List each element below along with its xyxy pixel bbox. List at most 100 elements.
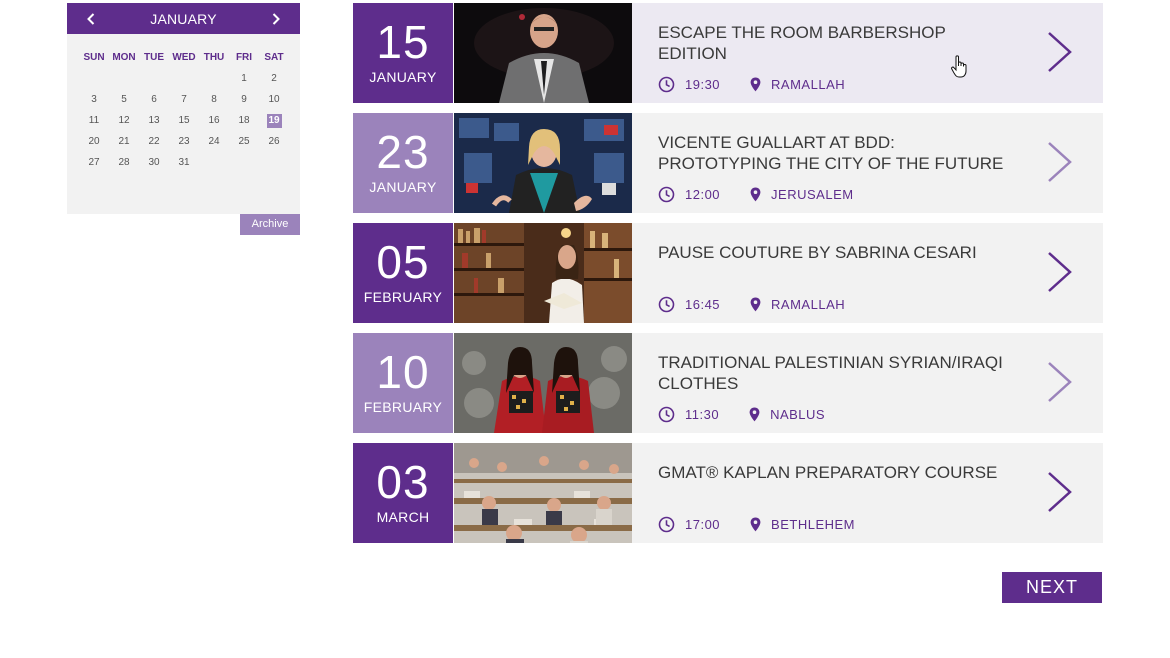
calendar-day-number: 25 — [238, 136, 250, 147]
event-title[interactable]: TRADITIONAL PALESTINIAN SYRIAN/IRAQI CLO… — [658, 352, 1008, 394]
calendar-day-number: 10 — [268, 94, 280, 105]
calendar-day-today[interactable]: 19 — [259, 110, 289, 131]
calendar-day: 31 — [169, 152, 199, 173]
calendar-empty-cell — [169, 68, 199, 89]
chevron-left-icon — [87, 12, 95, 25]
event-item[interactable]: 10 FEBRUARY TRADITIONAL PALESTINIAN SYRI… — [353, 333, 1103, 433]
calendar-day: 22 — [139, 131, 169, 152]
calendar-day-number: 30 — [148, 157, 160, 168]
event-thumbnail[interactable] — [453, 113, 632, 213]
event-meta: 17:00 BETHLEHEM — [658, 516, 855, 533]
event-location: NABLUS — [770, 407, 826, 422]
calendar-day: 16 — [199, 110, 229, 131]
calendar-day: 23 — [169, 131, 199, 152]
clock-icon — [658, 76, 675, 93]
calendar-day: 28 — [109, 152, 139, 173]
event-title[interactable]: PAUSE COUTURE BY SABRINA CESARI — [658, 242, 1008, 263]
calendar-day-number: 21 — [118, 136, 130, 147]
next-month-button[interactable] — [252, 3, 300, 34]
calendar-day: 18 — [229, 110, 259, 131]
calendar-month-label: JANUARY — [150, 10, 217, 27]
event-meta: 11:30 NABLUS — [658, 406, 825, 423]
calendar-day-number: 20 — [88, 136, 100, 147]
calendar-day-number: 2 — [271, 73, 277, 84]
event-details: GMAT® KAPLAN PREPARATORY COURSE 17:00 BE… — [632, 443, 1103, 543]
event-location: RAMALLAH — [771, 77, 846, 92]
calendar-day-number: 3 — [91, 94, 97, 105]
calendar-day-number: 8 — [211, 94, 217, 105]
clock-icon — [658, 516, 675, 533]
event-month: JANUARY — [369, 69, 437, 85]
event-date-badge: 05 FEBRUARY — [353, 223, 453, 323]
chevron-right-icon[interactable] — [1047, 141, 1073, 183]
weekday-header: MON — [112, 52, 136, 63]
calendar-day: 24 — [199, 131, 229, 152]
calendar-day: 13 — [139, 110, 169, 131]
event-details: PAUSE COUTURE BY SABRINA CESARI 16:45 RA… — [632, 223, 1103, 323]
clock-icon — [658, 186, 675, 203]
calendar-day-number: 7 — [181, 94, 187, 105]
clock-icon — [658, 406, 675, 423]
calendar-empty-cell — [109, 68, 139, 89]
event-item[interactable]: 15 JANUARY ESCAPE THE ROOM BARBERSHOP ED… — [353, 3, 1103, 103]
event-day: 05 — [376, 236, 430, 288]
calendar-day: 26 — [259, 131, 289, 152]
chevron-right-icon[interactable] — [1047, 361, 1073, 403]
event-time: 11:30 — [685, 407, 720, 422]
hand-cursor-icon — [951, 55, 967, 78]
calendar-day-number: 26 — [268, 136, 280, 147]
calendar-day: 12 — [109, 110, 139, 131]
event-month: FEBRUARY — [363, 399, 443, 415]
chevron-right-icon[interactable] — [1047, 251, 1073, 293]
event-thumbnail[interactable] — [453, 443, 632, 543]
calendar-day-number: 22 — [148, 136, 160, 147]
event-location: RAMALLAH — [771, 297, 846, 312]
event-item[interactable]: 05 FEBRUARY PAUSE COUTURE BY SABRINA CES… — [353, 223, 1103, 323]
calendar-day-number: 23 — [178, 136, 190, 147]
calendar-empty-cell — [139, 68, 169, 89]
calendar-day: 10 — [259, 89, 289, 110]
event-details: TRADITIONAL PALESTINIAN SYRIAN/IRAQI CLO… — [632, 333, 1103, 433]
event-month: MARCH — [376, 509, 430, 525]
next-page-button[interactable]: NEXT — [1002, 572, 1102, 603]
calendar-day-number: 19 — [266, 114, 282, 128]
calendar-day-number: 1 — [241, 73, 247, 84]
event-title[interactable]: GMAT® KAPLAN PREPARATORY COURSE — [658, 462, 1008, 483]
event-title[interactable]: VICENTE GUALLART AT BDD: PROTOTYPING THE… — [658, 132, 1008, 174]
event-thumbnail[interactable] — [453, 333, 632, 433]
calendar-header: JANUARY — [67, 3, 300, 34]
chevron-right-icon[interactable] — [1047, 31, 1073, 73]
calendar-day-number: 11 — [88, 115, 100, 126]
calendar-day-number: 6 — [151, 94, 157, 105]
calendar-day: 8 — [199, 89, 229, 110]
event-item[interactable]: 03 MARCH GMAT® KAPLAN PREPARATORY COURSE… — [353, 443, 1103, 543]
event-meta: 16:45 RAMALLAH — [658, 296, 845, 313]
chevron-right-icon[interactable] — [1047, 471, 1073, 513]
prev-month-button[interactable] — [67, 3, 115, 34]
calendar-day-number: 31 — [178, 157, 190, 168]
location-pin-icon — [750, 187, 761, 202]
calendar-day: 11 — [79, 110, 109, 131]
weekday-header: FRI — [235, 52, 253, 63]
calendar-day: 27 — [79, 152, 109, 173]
location-pin-icon — [750, 77, 761, 92]
event-month: FEBRUARY — [363, 289, 443, 305]
calendar-day-number: 18 — [238, 115, 250, 126]
weekday-header: SAT — [264, 52, 284, 63]
event-thumbnail[interactable] — [453, 3, 632, 103]
calendar-day-number: 15 — [178, 115, 190, 126]
event-time: 17:00 — [685, 517, 721, 532]
calendar-empty-cell — [199, 68, 229, 89]
event-date-badge: 23 JANUARY — [353, 113, 453, 213]
event-item[interactable]: 23 JANUARY VICENTE GUALLART AT BDD: PROT… — [353, 113, 1103, 213]
event-day: 03 — [376, 456, 430, 508]
calendar-day: 15 — [169, 110, 199, 131]
calendar-day: 21 — [109, 131, 139, 152]
event-details: ESCAPE THE ROOM BARBERSHOP EDITION 19:30… — [632, 3, 1103, 103]
archive-button[interactable]: Archive — [240, 214, 300, 235]
event-thumbnail[interactable] — [453, 223, 632, 323]
calendar-day: 3 — [79, 89, 109, 110]
event-meta: 12:00 JERUSALEM — [658, 186, 854, 203]
calendar-body: SUNMONTUEWEDTHUFRISAT1234567891011121314… — [67, 34, 431, 214]
event-location: JERUSALEM — [771, 187, 854, 202]
